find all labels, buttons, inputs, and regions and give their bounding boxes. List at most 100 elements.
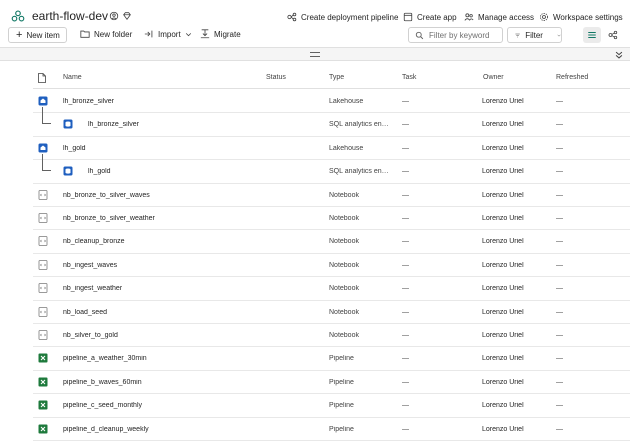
table-row[interactable]: pipeline_a_weather_30min Pipeline — Lorenzo… xyxy=(33,347,630,371)
table-row[interactable]: lh_bronze_silver Lakehouse — Lorenzo Uriel — xyxy=(33,90,630,114)
item-type: Notebook xyxy=(329,191,359,199)
item-name-link[interactable]: nb_bronze_to_silver_weather xyxy=(63,215,155,222)
table-row[interactable]: pipeline_d_cleanup_weekly Pipeline — Lorenz… xyxy=(33,418,630,441)
item-type: Pipeline xyxy=(329,402,354,410)
table-row[interactable]: nb_cleanup_bronze Notebook — Lorenzo Uriel — xyxy=(33,230,630,254)
create-app-label: Create app xyxy=(417,12,457,22)
item-owner: Lorenzo Uriel xyxy=(482,285,524,293)
item-name-link[interactable]: lh_bronze_silver xyxy=(63,98,114,105)
item-type: Pipeline xyxy=(329,378,354,386)
item-name-link[interactable]: lh_gold xyxy=(63,145,86,152)
new-item-button[interactable]: + New item xyxy=(8,27,67,43)
filter-by-keyword-input[interactable] xyxy=(429,30,499,40)
notebook-icon xyxy=(38,306,48,317)
item-name-link[interactable]: pipeline_c_seed_monthly xyxy=(63,402,142,409)
table-row[interactable]: lh_gold Lakehouse — Lorenzo Uriel — xyxy=(33,137,630,161)
column-header-name[interactable]: Name xyxy=(63,74,82,81)
pipeline-icon xyxy=(38,377,48,387)
item-refreshed: — xyxy=(556,215,563,222)
table-row[interactable]: pipeline_c_seed_monthly Pipeline — Lorenzo … xyxy=(33,394,630,418)
manage-access-button[interactable]: Manage access xyxy=(464,12,534,22)
migrate-label: Migrate xyxy=(214,29,241,39)
item-task: — xyxy=(402,261,409,269)
item-name-link[interactable]: lh_gold xyxy=(88,168,111,175)
tree-connector xyxy=(42,107,51,125)
item-task: — xyxy=(402,191,409,199)
item-owner: Lorenzo Uriel xyxy=(482,121,524,129)
notebook-icon xyxy=(38,283,48,294)
column-header-owner[interactable]: Owner xyxy=(483,74,504,81)
search-icon xyxy=(415,31,424,39)
new-folder-label: New folder xyxy=(94,29,133,39)
import-icon xyxy=(144,30,153,38)
app-icon xyxy=(403,12,413,22)
table-row[interactable]: nb_ingest_waves Notebook — Lorenzo Uriel — xyxy=(33,254,630,278)
new-item-label: New item xyxy=(26,30,60,40)
item-name-link[interactable]: nb_ingest_waves xyxy=(63,262,117,269)
notebook-icon xyxy=(38,330,48,340)
column-header-task[interactable]: Task xyxy=(402,74,416,81)
new-folder-button[interactable]: New folder xyxy=(80,29,132,39)
item-name-link[interactable]: nb_load_seed xyxy=(63,309,107,316)
item-name-link[interactable]: pipeline_a_weather_30min xyxy=(63,355,147,362)
item-type: Notebook xyxy=(329,215,359,222)
item-name-link[interactable]: nb_bronze_to_silver_waves xyxy=(63,192,150,199)
item-owner: Lorenzo Uriel xyxy=(482,168,524,176)
workspace-identity-icon[interactable] xyxy=(109,11,119,21)
lakehouse-icon xyxy=(38,96,48,106)
lineage-view-button[interactable] xyxy=(604,27,622,43)
pane-splitter[interactable] xyxy=(0,47,630,61)
column-header-type[interactable]: Type xyxy=(329,74,344,81)
command-toolbar: + New item New folder Import Migrate Fil… xyxy=(0,26,630,46)
item-name-link[interactable]: nb_cleanup_bronze xyxy=(63,238,125,245)
migrate-icon xyxy=(200,29,210,39)
table-row[interactable]: lh_bronze_silver SQL analytics endpoint — L… xyxy=(33,107,630,137)
item-name-link[interactable]: nb_ingest_weather xyxy=(63,285,122,292)
item-task: — xyxy=(402,168,409,176)
filter-button[interactable]: Filter xyxy=(507,27,562,43)
lakehouse-icon xyxy=(38,143,48,153)
deployment-pipeline-icon xyxy=(287,12,297,22)
item-type: Lakehouse xyxy=(329,98,364,105)
pipeline-icon xyxy=(38,400,48,410)
premium-diamond-icon[interactable] xyxy=(122,11,132,21)
item-refreshed: — xyxy=(556,121,563,129)
item-owner: Lorenzo Uriel xyxy=(482,308,524,316)
item-type: Notebook xyxy=(329,261,359,269)
filter-by-keyword-field[interactable] xyxy=(408,27,503,43)
item-task: — xyxy=(402,425,409,433)
create-app-button[interactable]: Create app xyxy=(403,12,457,22)
item-name-link[interactable]: nb_silver_to_gold xyxy=(63,332,118,339)
create-deployment-pipeline-button[interactable]: Create deployment pipeline xyxy=(287,12,398,22)
import-button[interactable]: Import xyxy=(144,29,192,39)
item-refreshed: — xyxy=(556,285,563,293)
item-refreshed: — xyxy=(556,332,563,339)
drag-handle-icon[interactable] xyxy=(310,52,320,57)
table-row[interactable]: nb_bronze_to_silver_waves Notebook — Lorenz… xyxy=(33,184,630,207)
table-row[interactable]: lh_gold SQL analytics endpoint — Lorenzo Ur… xyxy=(33,154,630,184)
item-refreshed: — xyxy=(556,402,563,410)
item-name-link[interactable]: pipeline_b_waves_60min xyxy=(63,379,142,386)
table-row[interactable]: nb_silver_to_gold Notebook — Lorenzo Uriel — xyxy=(33,324,630,348)
table-row[interactable]: nb_ingest_weather Notebook — Lorenzo Uriel — xyxy=(33,277,630,301)
table-row[interactable]: pipeline_b_waves_60min Pipeline — Lorenzo U… xyxy=(33,371,630,395)
filter-icon xyxy=(515,33,520,37)
migrate-button[interactable]: Migrate xyxy=(200,29,241,39)
double-chevron-down-icon[interactable] xyxy=(614,50,624,60)
item-name-link[interactable]: lh_bronze_silver xyxy=(88,121,139,128)
table-row[interactable]: nb_load_seed Notebook — Lorenzo Uriel — xyxy=(33,301,630,324)
item-refreshed: — xyxy=(556,261,563,269)
item-owner: Lorenzo Uriel xyxy=(482,425,524,433)
item-type: Notebook xyxy=(329,308,359,316)
table-row[interactable]: nb_bronze_to_silver_weather Notebook — Lore… xyxy=(33,207,630,231)
item-owner: Lorenzo Uriel xyxy=(482,332,524,339)
item-refreshed: — xyxy=(556,168,563,176)
workspace-settings-label: Workspace settings xyxy=(553,12,623,22)
column-header-status[interactable]: Status xyxy=(266,74,286,81)
item-owner: Lorenzo Uriel xyxy=(482,402,524,410)
column-header-refreshed[interactable]: Refreshed xyxy=(556,74,588,81)
list-view-button[interactable] xyxy=(583,27,601,43)
workspace-settings-button[interactable]: Workspace settings xyxy=(539,12,623,22)
item-task: — xyxy=(402,355,409,363)
item-name-link[interactable]: pipeline_d_cleanup_weekly xyxy=(63,426,149,433)
